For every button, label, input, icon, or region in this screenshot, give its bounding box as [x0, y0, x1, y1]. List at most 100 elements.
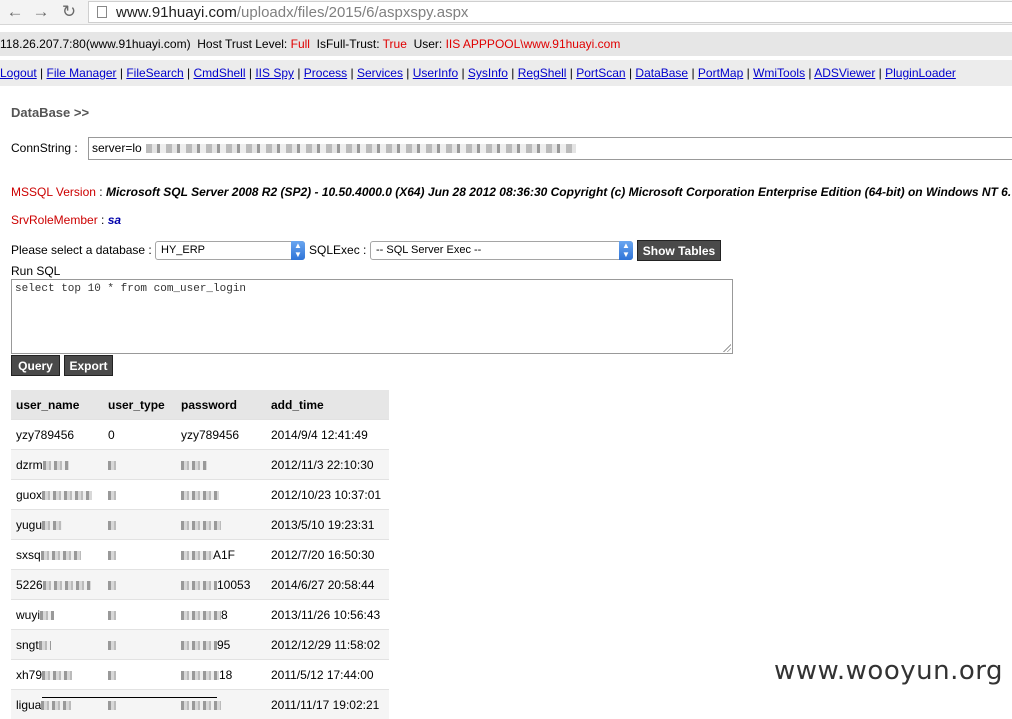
- mssql-version-label: MSSQL Version: [11, 185, 96, 199]
- cell-password: yzy789456: [176, 420, 266, 450]
- nav-wmitools[interactable]: WmiTools: [753, 66, 805, 80]
- cell-add-time: 2012/7/20 16:50:30: [266, 540, 389, 570]
- redacted-mask: [181, 521, 221, 530]
- sql-textarea[interactable]: select top 10 * from com_user_login: [11, 279, 733, 354]
- watermark: www.wooyun.org: [774, 656, 1003, 686]
- cell-password: [176, 450, 266, 480]
- nav-adsviewer[interactable]: ADSViewer: [814, 66, 875, 80]
- column-header: user_name: [11, 390, 103, 420]
- connstring-input[interactable]: server=lo: [88, 137, 1012, 160]
- redacted-mask: [181, 491, 219, 500]
- redacted-mask: [181, 551, 213, 560]
- user-label: User:: [414, 37, 443, 51]
- cell-user-type: [103, 690, 176, 719]
- cell-password: 18: [176, 660, 266, 690]
- results-table: user_name user_type password add_time yz…: [11, 390, 389, 719]
- cell-add-time: 2013/11/26 10:56:43: [266, 600, 389, 630]
- cell-user-type: [103, 660, 176, 690]
- nav-portscan[interactable]: PortScan: [576, 66, 625, 80]
- url-text: www.91huayi.com/uploadx/files/2015/6/asp…: [116, 4, 468, 21]
- srvrole-line: SrvRoleMember : sa: [11, 213, 121, 227]
- select-db-label: Please select a database :: [11, 243, 152, 257]
- connstring-label: ConnString :: [11, 141, 78, 155]
- table-row: sxsq A1F 2012/7/20 16:50:30: [11, 540, 389, 570]
- cell-password: [176, 510, 266, 540]
- nav-pluginloader[interactable]: PluginLoader: [885, 66, 956, 80]
- redacted-mask: [108, 611, 116, 620]
- host-info-bar: 118.26.207.7:80(www.91huayi.com) Host Tr…: [0, 32, 1012, 56]
- cell-user-name: sngt: [11, 630, 103, 660]
- cell-add-time: 2012/12/29 11:58:02: [266, 630, 389, 660]
- redacted-mask: [39, 641, 51, 650]
- table-row: yzy789456 0 yzy789456 2014/9/4 12:41:49: [11, 420, 389, 450]
- cell-user-type: 0: [103, 420, 176, 450]
- redacted-mask: [43, 461, 69, 470]
- column-header: add_time: [266, 390, 389, 420]
- nav-iis-spy[interactable]: IIS Spy: [255, 66, 294, 80]
- cell-user-type: [103, 450, 176, 480]
- cell-add-time: 2013/5/10 19:23:31: [266, 510, 389, 540]
- nav-sysinfo[interactable]: SysInfo: [468, 66, 508, 80]
- table-row: 5226 10053 2014/6/27 20:58:44: [11, 570, 389, 600]
- sql-text: select top 10 * from com_user_login: [15, 283, 246, 295]
- export-button[interactable]: Export: [64, 355, 113, 376]
- cell-user-type: [103, 600, 176, 630]
- sqlexec-select[interactable]: -- SQL Server Exec -- ▲▼: [370, 241, 633, 260]
- cell-password: 95: [176, 630, 266, 660]
- redacted-mask: [181, 461, 207, 470]
- reload-icon[interactable]: ↻: [60, 2, 78, 22]
- nav-services[interactable]: Services: [357, 66, 403, 80]
- resize-grip-icon[interactable]: [723, 344, 731, 352]
- cell-user-name: xh79: [11, 660, 103, 690]
- srvrole-value: sa: [108, 213, 121, 227]
- back-arrow-icon[interactable]: ←: [6, 2, 24, 22]
- redacted-mask: [40, 611, 54, 620]
- cell-user-name: yugu: [11, 510, 103, 540]
- nav-regshell[interactable]: RegShell: [518, 66, 567, 80]
- isfull-trust-label: IsFull-Trust:: [317, 37, 380, 51]
- table-row: yugu 2013/5/10 19:23:31: [11, 510, 389, 540]
- redacted-mask: [108, 551, 116, 560]
- database-select[interactable]: HY_ERP ▲▼: [155, 241, 305, 260]
- cell-user-name: dzrm: [11, 450, 103, 480]
- run-sql-label: Run SQL: [11, 264, 60, 278]
- nav-userinfo[interactable]: UserInfo: [413, 66, 458, 80]
- redacted-mask: [181, 701, 221, 710]
- cell-user-type: [103, 540, 176, 570]
- nav-portmap[interactable]: PortMap: [698, 66, 743, 80]
- redacted-mask: [108, 701, 116, 710]
- redacted-mask: [108, 491, 116, 500]
- redacted-mask: [146, 144, 576, 153]
- nav-process[interactable]: Process: [304, 66, 347, 80]
- query-button[interactable]: Query: [11, 355, 60, 376]
- cell-add-time: 2012/11/3 22:10:30: [266, 450, 389, 480]
- isfull-trust-value: True: [383, 37, 407, 51]
- nav-database[interactable]: DataBase: [635, 66, 688, 80]
- address-bar[interactable]: www.91huayi.com/uploadx/files/2015/6/asp…: [88, 1, 1012, 23]
- redacted-mask: [108, 671, 116, 680]
- cell-password: 8: [176, 600, 266, 630]
- cell-add-time: 2011/11/17 19:02:21: [266, 690, 389, 719]
- cell-user-name: 5226: [11, 570, 103, 600]
- forward-arrow-icon[interactable]: →: [32, 2, 50, 22]
- table-row: ligua 2011/11/17 19:02:21: [11, 690, 389, 719]
- nav-logout[interactable]: Logout: [0, 66, 37, 80]
- mssql-version-line: MSSQL Version : Microsoft SQL Server 200…: [11, 185, 1011, 199]
- show-tables-button[interactable]: Show Tables: [637, 240, 721, 261]
- cell-password: 10053: [176, 570, 266, 600]
- table-row: wuyi 8 2013/11/26 10:56:43: [11, 600, 389, 630]
- nav-cmdshell[interactable]: CmdShell: [193, 66, 245, 80]
- table-row: dzrm 2012/11/3 22:10:30: [11, 450, 389, 480]
- redacted-mask: [181, 671, 219, 680]
- redacted-mask: [42, 491, 92, 500]
- table-row: xh79 18 2011/5/12 17:44:00: [11, 660, 389, 690]
- redacted-mask: [108, 521, 116, 530]
- cell-user-name: ligua: [11, 690, 103, 719]
- cell-user-name: wuyi: [11, 600, 103, 630]
- cell-user-name: sxsq: [11, 540, 103, 570]
- cell-add-time: 2012/10/23 10:37:01: [266, 480, 389, 510]
- mssql-version-value: Microsoft SQL Server 2008 R2 (SP2) - 10.…: [106, 185, 1011, 199]
- nav-filesearch[interactable]: FileSearch: [126, 66, 183, 80]
- sqlexec-select-value: -- SQL Server Exec --: [376, 244, 481, 256]
- nav-file-manager[interactable]: File Manager: [47, 66, 117, 80]
